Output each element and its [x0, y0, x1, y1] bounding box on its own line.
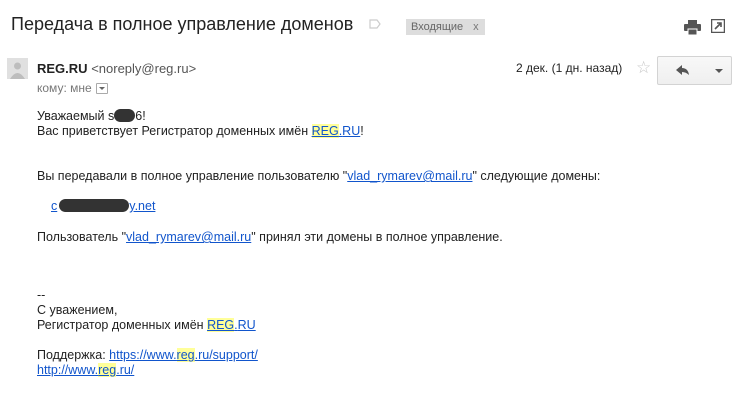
- signature-regards: С уважением,: [37, 303, 118, 317]
- sender-name[interactable]: REG.RU: [37, 61, 88, 76]
- reply-button[interactable]: [657, 56, 707, 85]
- recipient-text: кому: мне: [37, 81, 92, 95]
- support-label: Поддержка:: [37, 348, 110, 362]
- welcome-text: Вас приветствует Регистратор доменных им…: [37, 124, 312, 138]
- transfer-email-link[interactable]: vlad_rymarev@mail.ru: [347, 169, 472, 183]
- accepted-line: Пользователь "vlad_rymarev@mail.ru" прин…: [37, 230, 503, 244]
- inbox-label-text: Входящие: [411, 21, 464, 33]
- sender-line: REG.RU <noreply@reg.ru>: [37, 61, 196, 76]
- greeting-line: Уважаемый s 6!: [37, 109, 146, 123]
- support-line: Поддержка: https://www.reg.ru/support/: [37, 348, 258, 362]
- signature-reg-link[interactable]: REG.RU: [207, 318, 256, 332]
- welcome-line: Вас приветствует Регистратор доменных им…: [37, 124, 364, 138]
- domain-line: c y.net: [51, 199, 155, 213]
- greeting-prefix: Уважаемый: [37, 109, 108, 123]
- greeting-name-end: 6!: [135, 109, 146, 123]
- inbox-label-chip: Входящие x: [406, 19, 485, 35]
- transfer-line: Вы передавали в полное управление пользо…: [37, 169, 601, 183]
- email-subject: Передача в полное управление доменов: [11, 14, 354, 34]
- transfer-text: Вы передавали в полное управление пользо…: [37, 169, 348, 183]
- popout-icon[interactable]: [711, 19, 725, 33]
- details-dropdown[interactable]: [95, 82, 108, 94]
- remove-label-button[interactable]: x: [473, 19, 479, 35]
- more-actions-button[interactable]: [706, 56, 732, 85]
- signature-dash: --: [37, 288, 46, 302]
- signature-registrar: Регистратор доменных имён REG.RU: [37, 318, 256, 332]
- message-date: 2 дек. (1 дн. назад): [516, 61, 623, 75]
- recipient-line: кому: мне: [37, 81, 108, 95]
- support-link[interactable]: https://www.reg.ru/support/: [109, 348, 258, 362]
- site-link[interactable]: http://www.reg.ru/: [37, 363, 134, 377]
- redacted-domain: [59, 199, 130, 212]
- reg-link[interactable]: REG.RU: [311, 124, 360, 138]
- domain-link[interactable]: c y.net: [51, 199, 155, 213]
- label-icon[interactable]: [369, 19, 381, 29]
- accepted-email-link[interactable]: vlad_rymarev@mail.ru: [126, 230, 251, 244]
- print-icon[interactable]: [684, 20, 701, 35]
- sender-email: <noreply@reg.ru>: [91, 61, 197, 76]
- sender-avatar: [7, 58, 28, 79]
- accepted-text: Пользователь ": [37, 230, 127, 244]
- avatar-icon: [10, 62, 25, 79]
- reply-icon: [676, 65, 689, 75]
- site-line: http://www.reg.ru/: [37, 363, 134, 377]
- redacted-name: [114, 109, 136, 122]
- star-icon[interactable]: ☆: [636, 59, 651, 76]
